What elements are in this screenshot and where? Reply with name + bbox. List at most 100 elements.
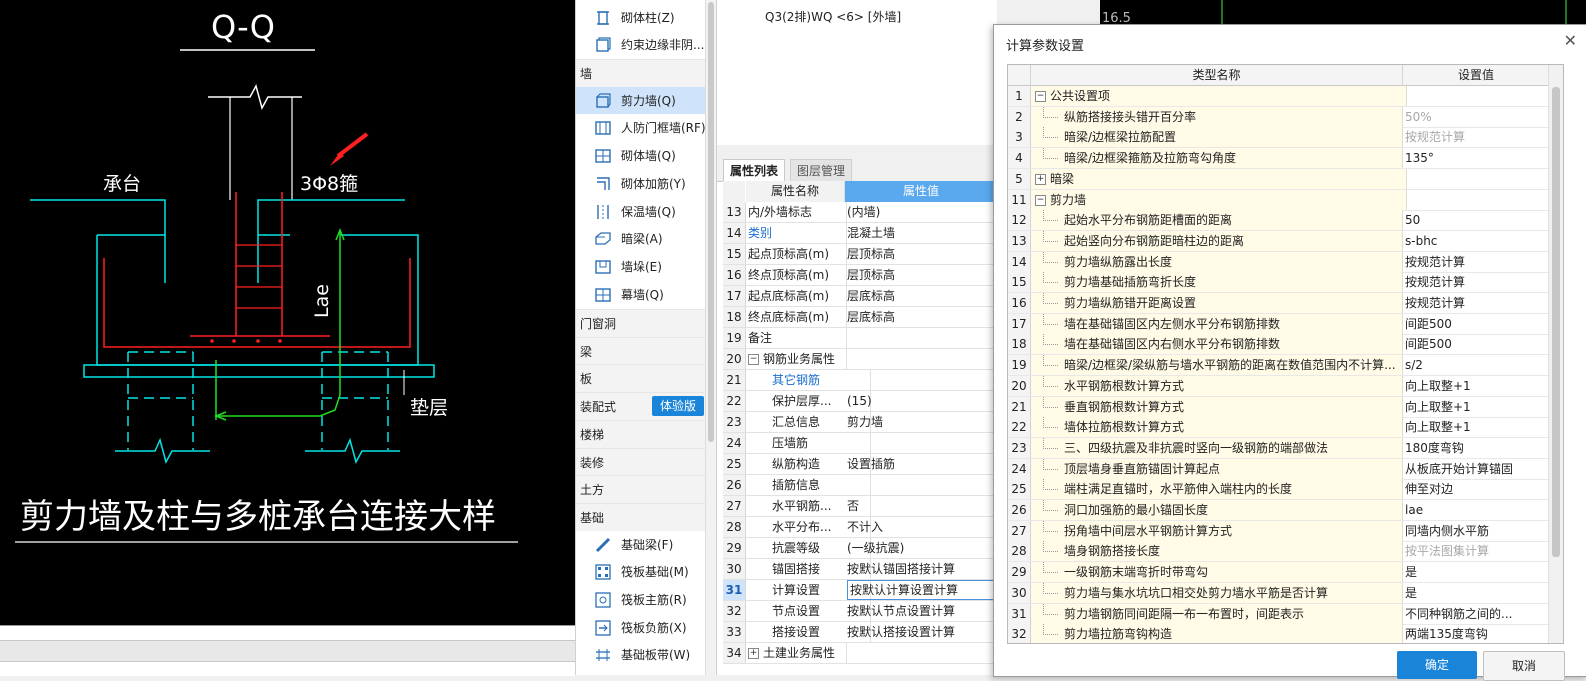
cad-horizontal-scrollbar[interactable] — [0, 640, 575, 662]
setting-value[interactable]: s/2 — [1403, 355, 1523, 375]
collapse-icon[interactable]: − — [1035, 194, 1046, 206]
property-value[interactable]: 否 — [847, 496, 997, 516]
tree-item-pier[interactable]: 墙垛(E) — [576, 253, 706, 280]
property-row[interactable]: 21 其它钢筋 — [723, 370, 997, 391]
setting-row[interactable]: 15 剪力墙基础插筋弯折长度 按规范计算 — [1008, 272, 1563, 294]
property-value[interactable]: 层顶标高 — [847, 244, 997, 264]
setting-value[interactable]: s-bhc — [1403, 231, 1523, 251]
property-row[interactable]: 13 内/外墙标志 (内墙) — [723, 202, 997, 223]
setting-value[interactable]: 是 — [1403, 562, 1523, 582]
setting-value[interactable]: 向上取整+1 — [1403, 397, 1523, 417]
cancel-button[interactable]: 取消 — [1483, 651, 1565, 681]
setting-value[interactable]: 50% — [1403, 107, 1523, 127]
setting-value[interactable]: 不同种钢筋之间的... — [1403, 604, 1523, 624]
property-row[interactable]: 29 抗震等级 (一级抗震) — [723, 538, 997, 559]
tree-category-openings[interactable]: 门窗洞 — [576, 309, 706, 337]
tree-item-door-frame-wall[interactable]: 人防门框墙(RF) — [576, 114, 706, 141]
setting-row[interactable]: 18 墙在基础锚固区内右侧水平分布钢筋排数 间距500 — [1008, 334, 1563, 356]
property-row[interactable]: 30 锚固搭接 按默认锚固搭接计算 — [723, 559, 997, 580]
setting-row[interactable]: 17 墙在基础锚固区内左侧水平分布钢筋排数 间距500 — [1008, 313, 1563, 335]
setting-value[interactable]: 180度弯钩 — [1403, 438, 1523, 458]
property-value[interactable]: 设置插筋 — [847, 454, 997, 474]
setting-row[interactable]: 13 起始竖向分布钢筋距暗柱边的距离 s-bhc — [1008, 230, 1563, 252]
setting-value[interactable]: 按规范计算 — [1403, 252, 1523, 272]
close-icon[interactable]: ✕ — [1564, 31, 1577, 50]
tab-property-list[interactable]: 属性列表 — [723, 159, 786, 182]
setting-value[interactable]: 135° — [1403, 148, 1523, 168]
property-row[interactable]: 24 压墙筋 — [723, 433, 997, 454]
property-value[interactable]: 层底标高 — [847, 307, 997, 327]
tree-item-shear-wall[interactable]: 剪力墙(Q) — [576, 87, 706, 114]
setting-row[interactable]: 16 剪力墙纵筋错开距离设置 按规范计算 — [1008, 293, 1563, 314]
tree-item-masonry-rebar[interactable]: 砌体加筋(Y) — [576, 170, 706, 197]
expand-icon[interactable]: + — [1035, 173, 1046, 185]
setting-value[interactable]: 按平法图集计算 — [1403, 541, 1523, 561]
setting-row[interactable]: 24 顶层墙身垂直筋锚固计算起点 从板底开始计算锚固 — [1008, 458, 1563, 480]
collapse-icon[interactable]: − — [1035, 91, 1046, 102]
tree-category-stairs[interactable]: 楼梯 — [576, 420, 706, 448]
tree-item-strip[interactable]: 基础板带(W) — [576, 641, 706, 668]
setting-row[interactable]: 25 端柱满足直锚时，水平筋伸入端柱内的长度 伸至对边 — [1008, 479, 1563, 501]
property-value[interactable] — [847, 328, 997, 348]
setting-value[interactable]: 按规范计算 — [1403, 293, 1523, 313]
tree-item-masonry-wall[interactable]: 砌体墙(Q) — [576, 142, 706, 169]
property-row[interactable]: 27 水平钢筋... 否 — [723, 496, 997, 517]
property-value[interactable]: 层底标高 — [847, 286, 997, 306]
tree-category-prefab[interactable]: 装配式 体验版 — [576, 392, 706, 420]
cad-drawing-canvas[interactable]: Q-Q 承台 3Φ8箍 Lae 垫层 剪力墙及柱与多桩承台连接大样 — [0, 0, 575, 625]
property-row[interactable]: 14 类别 混凝土墙 — [723, 223, 997, 244]
setting-value[interactable]: 从板底开始计算锚固 — [1403, 459, 1523, 479]
expand-icon[interactable]: + — [748, 648, 759, 659]
property-row[interactable]: 32 节点设置 按默认节点设置计算 — [723, 601, 997, 622]
property-row[interactable]: 28 水平分布... 不计入 — [723, 517, 997, 538]
setting-row[interactable]: 14 剪力墙纵筋露出长度 按规范计算 — [1008, 251, 1563, 273]
setting-value[interactable]: 按规范计算 — [1403, 127, 1523, 147]
setting-row[interactable]: 12 起始水平分布钢筋距槽面的距离 50 — [1008, 210, 1563, 232]
setting-row[interactable]: 23 三、四级抗震及非抗震时竖向一级钢筋的端部做法 180度弯钩 — [1008, 437, 1563, 459]
tree-scroll-thumb[interactable] — [708, 2, 714, 442]
setting-value[interactable] — [1403, 86, 1523, 106]
setting-row[interactable]: 29 一级钢筋末端弯折时带弯勾 是 — [1008, 562, 1563, 584]
property-row[interactable]: 34 + 土建业务属性 — [723, 643, 997, 664]
tree-category-wall[interactable]: 墙 — [576, 59, 706, 87]
property-row[interactable]: 16 终点顶标高(m) 层顶标高 — [723, 265, 997, 286]
tree-item-raft-main-rebar[interactable]: 筏板主筋(R) — [576, 586, 706, 613]
property-value[interactable]: 按默认节点设置计算 — [847, 601, 997, 621]
property-value[interactable]: 按默认锚固搭接计算 — [847, 559, 997, 579]
tree-item-masonry-column[interactable]: 砌体柱(Z) — [576, 4, 706, 31]
setting-row[interactable]: 27 拐角墙中间层水平钢筋计算方式 同墙内侧水平筋 — [1008, 520, 1563, 542]
tree-item-raft-neg-rebar[interactable]: 筏板负筋(X) — [576, 614, 706, 641]
setting-row[interactable]: 4 暗梁/边框梁箍筋及拉筋弯勾角度 135° — [1008, 148, 1563, 170]
property-value[interactable]: (一级抗震) — [847, 538, 997, 558]
tree-item-raft[interactable]: 筏板基础(M) — [576, 558, 706, 585]
property-value[interactable]: 按默认计算设置计算 — [847, 580, 997, 600]
setting-value[interactable]: 间距500 — [1403, 314, 1523, 334]
property-value[interactable]: (15) — [847, 391, 997, 411]
property-row[interactable]: 15 起点顶标高(m) 层顶标高 — [723, 244, 997, 265]
setting-row[interactable]: 21 垂直钢筋根数计算方式 向上取整+1 — [1008, 396, 1563, 418]
setting-value[interactable]: 伸至对边 — [1403, 479, 1523, 499]
setting-value[interactable]: lae — [1403, 500, 1523, 520]
property-row[interactable]: 23 汇总信息 剪力墙 — [723, 412, 997, 433]
setting-row[interactable]: 5 + 暗梁 — [1008, 168, 1563, 190]
property-row[interactable]: 26 插筋信息 — [723, 475, 997, 496]
setting-value[interactable]: 两端135度弯钩 — [1403, 624, 1523, 643]
grid-scrollbar[interactable] — [1548, 65, 1563, 643]
property-row[interactable]: 22 保护层厚... (15) — [723, 391, 997, 412]
setting-value[interactable]: 向上取整+1 — [1403, 417, 1523, 437]
property-value[interactable]: (内墙) — [847, 202, 997, 222]
property-value[interactable] — [847, 643, 997, 663]
property-row[interactable]: 25 纵筋构造 设置插筋 — [723, 454, 997, 475]
property-value[interactable] — [847, 433, 997, 453]
property-row[interactable]: 18 终点底标高(m) 层底标高 — [723, 307, 997, 328]
property-value[interactable] — [847, 349, 997, 369]
property-value[interactable]: 混凝土墙 — [847, 223, 997, 243]
tree-category-foundation[interactable]: 基础 — [576, 503, 706, 531]
property-value[interactable]: 层顶标高 — [847, 265, 997, 285]
property-value[interactable] — [847, 370, 997, 390]
tree-item-edge-member[interactable]: 约束边缘非阴... — [576, 31, 706, 58]
tree-item-foundation-beam[interactable]: 基础梁(F) — [576, 531, 706, 558]
setting-row[interactable]: 32 剪力墙拉筋弯钩构造 两端135度弯钩 — [1008, 624, 1563, 643]
setting-row[interactable]: 20 水平钢筋根数计算方式 向上取整+1 — [1008, 375, 1563, 397]
setting-row[interactable]: 2 纵筋搭接接头错开百分率 50% — [1008, 106, 1563, 128]
